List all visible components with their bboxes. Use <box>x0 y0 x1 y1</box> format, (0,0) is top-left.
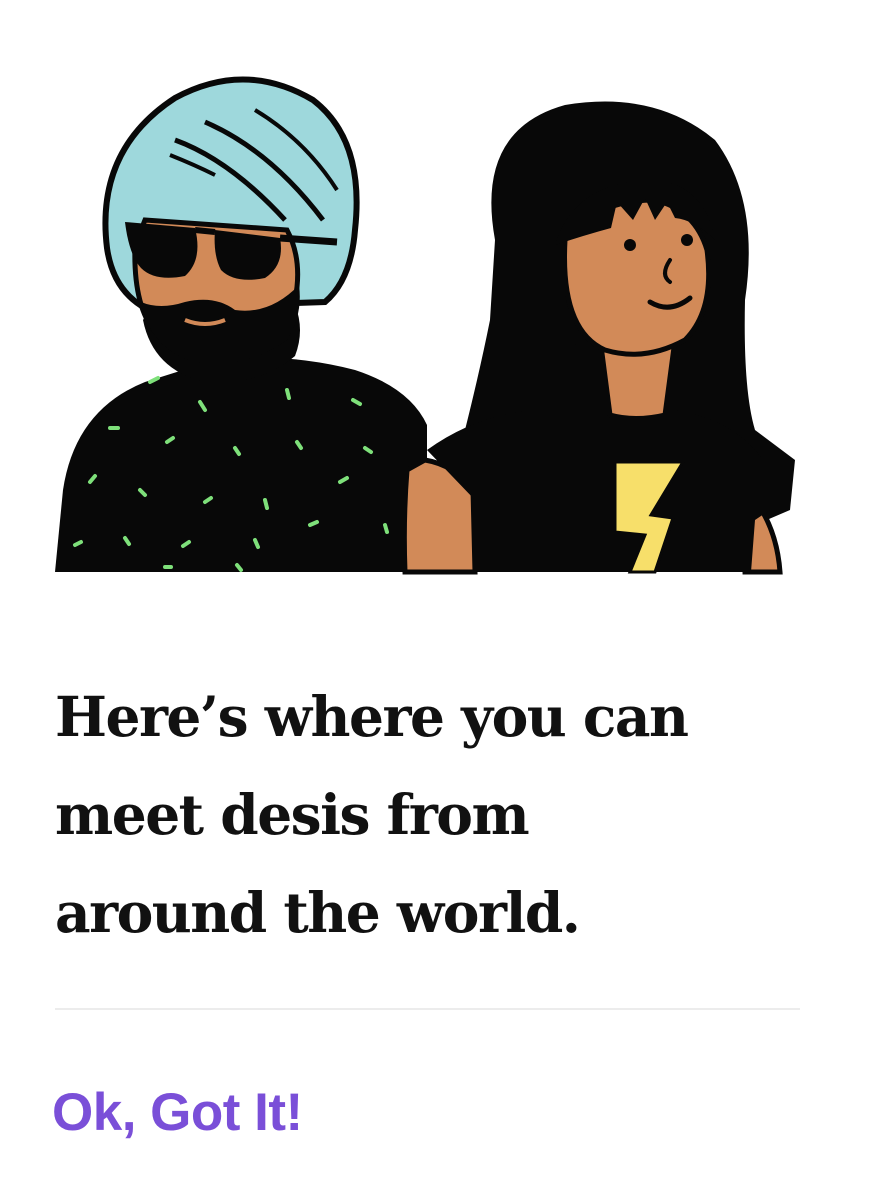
divider <box>55 1008 800 1010</box>
headline-line-2: meet desis from <box>55 782 530 847</box>
ok-got-it-button[interactable]: Ok, Got It! <box>52 1078 303 1148</box>
onboarding-card: Here’s where you can meet desis from aro… <box>0 0 875 1203</box>
two-people-illustration <box>55 70 800 575</box>
person-with-turban-illustration <box>55 76 427 572</box>
onboarding-headline: Here’s where you can meet desis from aro… <box>55 668 815 962</box>
person-with-long-hair-illustration <box>401 101 795 575</box>
headline-line-1: Here’s where you can <box>55 684 689 749</box>
headline-line-3: around the world. <box>55 880 581 945</box>
